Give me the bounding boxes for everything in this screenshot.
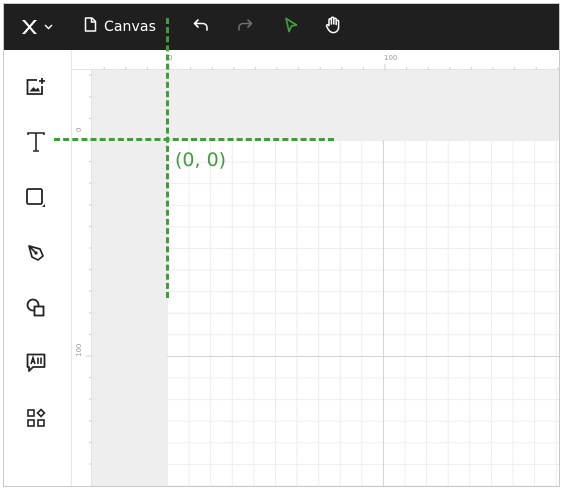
origin-label: (0, 0) [175,149,227,171]
ruler-top-label-100: 100 [384,54,398,62]
file-icon [84,17,97,37]
ruler-ticks [103,64,559,70]
apps-icon [26,407,46,433]
chevron-down-icon [44,24,53,30]
canvas-offscreen-area-left [92,70,167,486]
redo-button[interactable] [234,4,256,50]
origin-y-axis-guide [166,18,169,298]
origin-x-axis-guide [54,138,334,141]
major-gridline-horizontal [167,356,559,357]
text-tool[interactable] [22,130,50,158]
shapes-tool[interactable] [22,296,50,324]
logo-menu-button[interactable] [13,4,59,50]
add-image-tool[interactable] [22,75,50,103]
hand-tool-button[interactable] [322,4,344,50]
x-logo-icon [20,19,38,35]
horizontal-ruler[interactable]: 0 100 [72,50,559,70]
document-title-button[interactable]: Canvas [84,4,156,50]
ruler-left-label-100: 100 [75,343,83,357]
major-gridline-vertical [383,140,384,486]
ai-tool[interactable] [22,351,50,379]
select-tool-button[interactable] [280,4,302,50]
ruler-left-label-0: 0 [75,127,83,132]
rectangle-tool[interactable] [22,186,50,214]
undo-icon [193,18,209,37]
apps-tool[interactable] [22,406,50,434]
document-name[interactable]: Canvas [104,19,156,35]
pen-tool[interactable] [22,241,50,269]
top-toolbar: Canvas [4,4,559,50]
ai-chat-icon [25,352,47,379]
undo-button[interactable] [190,4,212,50]
text-t-icon [26,131,46,158]
pointer-icon [284,17,298,38]
design-canvas[interactable] [92,70,559,486]
left-toolbar [4,50,72,486]
pen-icon [26,243,46,268]
square-icon [25,187,47,214]
app-window: Canvas 0 100 0 100 (0, 0) [3,3,560,487]
shapes-icon [25,297,47,324]
hand-icon [325,16,341,39]
vertical-ruler[interactable]: 0 100 [72,70,92,486]
redo-icon [237,18,253,37]
ruler-left-ticks [86,74,92,465]
image-plus-icon [25,77,47,102]
